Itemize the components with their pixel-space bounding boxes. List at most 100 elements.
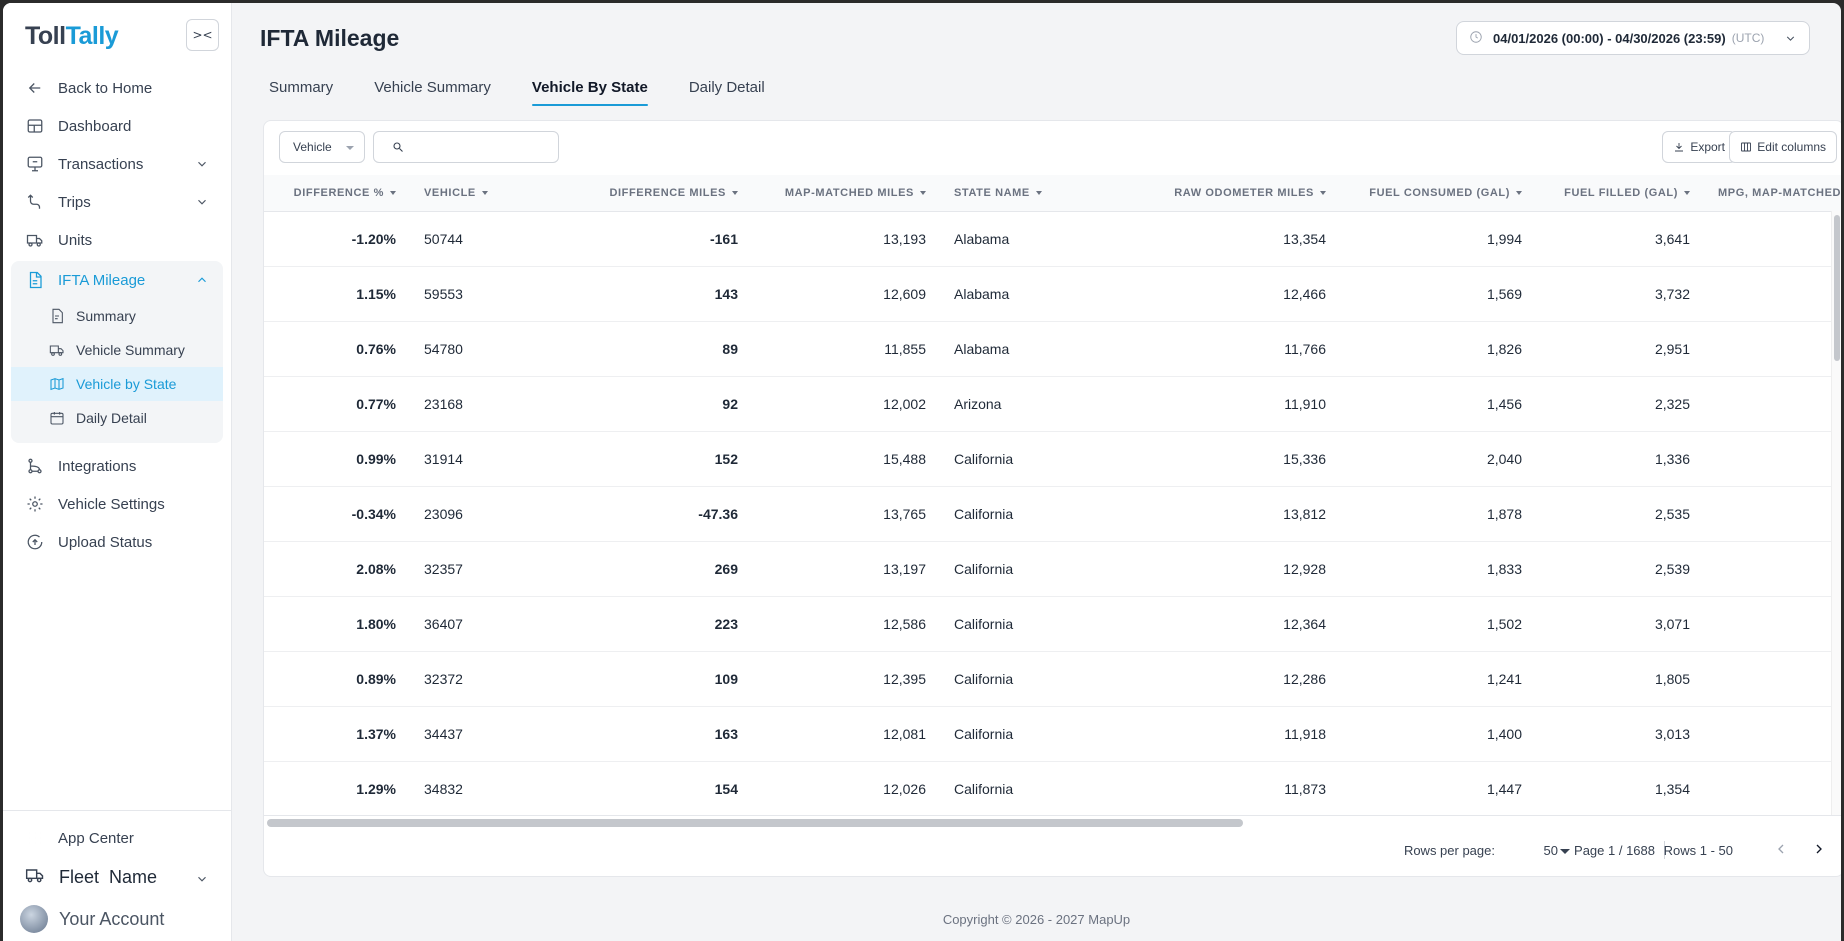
column-header[interactable]: MAP-MATCHED MILES	[752, 175, 940, 212]
vertical-scrollbar[interactable]	[1834, 215, 1840, 361]
table-scroll-area[interactable]: DIFFERENCE % VEHICLE DIFFERENCE MILES MAP-M…	[264, 175, 1841, 815]
export-button[interactable]: Export	[1662, 131, 1736, 163]
sidebar-subitem-daily-detail[interactable]: Daily Detail	[11, 401, 223, 435]
sidebar-item-units[interactable]: Units	[3, 221, 231, 259]
table-cell: 143	[580, 266, 752, 322]
table-row[interactable]: -1.20% 50744 -161 13,193 Alabama 13,354 1,994 3…	[264, 211, 1841, 267]
table-cell: 163	[580, 706, 752, 762]
dashboard-icon	[25, 116, 45, 136]
chevron-right-icon	[1816, 844, 1822, 854]
clock-icon	[1469, 30, 1483, 47]
table-body: -1.20% 50744 -161 13,193 Alabama 13,354 1,994 3…	[264, 211, 1841, 815]
column-header-label: FUEL FILLED (GAL)	[1564, 186, 1678, 199]
column-header[interactable]: STATE NAME	[940, 175, 1140, 212]
sort-caret-icon[interactable]	[732, 190, 738, 195]
column-header[interactable]: MPG, MAP-MATCHED	[1704, 175, 1841, 212]
table-row[interactable]: -0.34% 23096 -47.36 13,765 California 13,812 1…	[264, 486, 1841, 542]
sidebar-subitem-summary[interactable]: Summary	[11, 299, 223, 333]
search-box[interactable]	[373, 131, 559, 163]
account-menu[interactable]: Your Account	[3, 897, 231, 941]
table-row[interactable]: 0.76% 54780 89 11,855 Alabama 11,766 1,826 2,95…	[264, 321, 1841, 377]
sidebar-item-dashboard[interactable]: Dashboard	[3, 107, 231, 145]
previous-page-button[interactable]	[1773, 841, 1789, 860]
sidebar-item-back-to-home[interactable]: Back to Home	[3, 69, 231, 107]
filter-field-select[interactable]: Vehicle	[279, 131, 365, 163]
sidebar-item-transactions[interactable]: Transactions	[3, 145, 231, 183]
table-cell: 1.37%	[264, 706, 410, 762]
table-cell: 12,002	[752, 376, 940, 432]
sort-caret-icon[interactable]	[920, 190, 926, 195]
table-cell: 11,910	[1140, 376, 1340, 432]
column-header[interactable]: DIFFERENCE %	[264, 175, 410, 212]
sidebar-item-vehicle-settings[interactable]: Vehicle Settings	[3, 485, 231, 523]
horizontal-scroll-track[interactable]	[264, 815, 1841, 831]
table-cell: California	[940, 706, 1140, 762]
table-cell: 2,325	[1536, 376, 1704, 432]
sidebar-item-integrations[interactable]: Integrations	[3, 447, 231, 485]
sort-caret-icon[interactable]	[1684, 190, 1690, 195]
table-cell: 12,928	[1140, 541, 1340, 597]
table-cell: 1,354	[1536, 761, 1704, 815]
table-row[interactable]: 1.37% 34437 163 12,081 California 11,918 1,400…	[264, 706, 1841, 762]
horizontal-scrollbar[interactable]	[267, 819, 1243, 827]
tolltally-logo[interactable]: Toll Tally	[25, 22, 119, 51]
page-title: IFTA Mileage	[260, 25, 400, 51]
table-cell: 2,539	[1536, 541, 1704, 597]
column-header[interactable]: VEHICLE	[410, 175, 580, 212]
sort-caret-icon[interactable]	[1035, 190, 1042, 195]
table-cell: 11,873	[1140, 761, 1340, 815]
sidebar-item-label: Trips	[58, 193, 91, 211]
table-toolbar: Vehicle Export Edit columns	[264, 121, 1841, 175]
timezone-label: (UTC)	[1731, 31, 1765, 45]
table-cell: California	[940, 541, 1140, 597]
table-row[interactable]: 0.99% 31914 152 15,488 California 15,336 2,040…	[264, 431, 1841, 487]
table-cell: Alabama	[940, 211, 1140, 267]
fleet-selector[interactable]: Fleet Name	[3, 857, 231, 897]
table-row[interactable]: 2.08% 32357 269 13,197 California 12,928 1,833…	[264, 541, 1841, 597]
column-header-label: FUEL CONSUMED (GAL)	[1369, 186, 1510, 199]
edit-columns-button[interactable]: Edit columns	[1729, 131, 1837, 163]
table-row[interactable]: 1.15% 59553 143 12,609 Alabama 12,466 1,569 3,7…	[264, 266, 1841, 322]
sort-caret-icon[interactable]	[390, 190, 396, 195]
sort-caret-icon[interactable]	[1516, 190, 1522, 195]
search-input[interactable]	[410, 140, 550, 154]
next-page-button[interactable]	[1811, 841, 1827, 860]
column-header[interactable]: FUEL FILLED (GAL)	[1536, 175, 1704, 212]
table-cell: 1,400	[1340, 706, 1536, 762]
column-header[interactable]: DIFFERENCE MILES	[580, 175, 752, 212]
date-range-picker[interactable]: 04/01/2026 (00:00) - 04/30/2026 (23:59) …	[1456, 21, 1810, 55]
sidebar-item-upload-status[interactable]: Upload Status	[3, 523, 231, 561]
rows-per-page-select[interactable]: 50	[1544, 843, 1558, 858]
table-cell: 34437	[410, 706, 580, 762]
sort-caret-icon[interactable]	[481, 190, 488, 195]
table-row[interactable]: 0.89% 32372 109 12,395 California 12,286 1,241…	[264, 651, 1841, 707]
caret-down-icon[interactable]	[1560, 849, 1570, 854]
chevron-down-icon[interactable]	[195, 195, 209, 209]
table-row[interactable]: 1.29% 34832 154 12,026 California 11,873 1,447…	[264, 761, 1841, 815]
sidebar: Toll Tally >< Back to Home Dashboard Tran…	[3, 3, 232, 941]
chevron-up-icon[interactable]	[195, 273, 209, 287]
sort-caret-icon[interactable]	[1320, 190, 1326, 195]
column-header[interactable]: FUEL CONSUMED (GAL)	[1340, 175, 1536, 212]
table-cell: 1.15%	[264, 266, 410, 322]
tab-vehicle-by-state[interactable]: Vehicle By State	[531, 79, 648, 106]
sidebar-item-app-center[interactable]: App Center	[3, 819, 231, 857]
table-cell: 3,013	[1536, 706, 1704, 762]
table-cell: 13,765	[752, 486, 940, 542]
table-row[interactable]: 0.77% 23168 92 12,002 Arizona 11,910 1,456 2,32…	[264, 376, 1841, 432]
sidebar-subitem-label: Summary	[76, 308, 136, 324]
column-header[interactable]: RAW ODOMETER MILES	[1140, 175, 1340, 212]
tab-daily-detail[interactable]: Daily Detail	[689, 79, 765, 104]
sidebar-item-trips[interactable]: Trips	[3, 183, 231, 221]
table-cell: 3,641	[1536, 211, 1704, 267]
sidebar-item-ifta-mileage[interactable]: IFTA Mileage	[11, 261, 223, 299]
table-cell: -1.20%	[264, 211, 410, 267]
collapse-sidebar-button[interactable]: ><	[186, 19, 219, 51]
sidebar-subitem-vehicle-by-state[interactable]: Vehicle by State	[11, 367, 223, 401]
table-row[interactable]: 1.80% 36407 223 12,586 California 12,364 1,502…	[264, 596, 1841, 652]
chevron-down-icon[interactable]	[195, 157, 209, 171]
tab-vehicle-summary[interactable]: Vehicle Summary	[374, 79, 491, 104]
tab-summary[interactable]: Summary	[269, 79, 333, 104]
sidebar-subitem-vehicle-summary[interactable]: Vehicle Summary	[11, 333, 223, 367]
table-cell	[1704, 706, 1841, 762]
